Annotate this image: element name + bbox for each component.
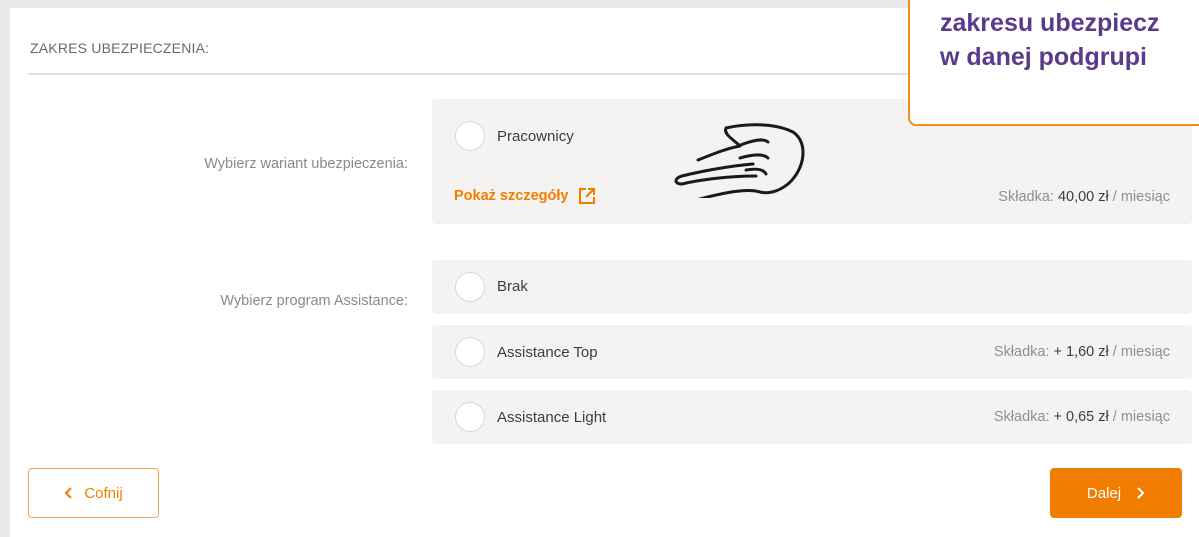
assistance-radio-light[interactable] — [455, 402, 485, 432]
assistance-option-name: Brak — [497, 278, 528, 295]
external-link-icon — [579, 188, 596, 204]
chevron-left-icon — [64, 487, 73, 499]
assistance-radio-top[interactable] — [455, 337, 485, 367]
assistance-option-brak[interactable]: Brak — [432, 260, 1192, 314]
show-details-label: Pokaż szczegóły — [454, 188, 569, 204]
callout-text: zakresu ubezpiecz w danej podgrupi — [940, 9, 1160, 71]
pointing-hand-icon — [674, 123, 805, 198]
assistance-top-premium: Składka: + 1,60 zł / miesiąc — [993, 344, 1170, 360]
variant-radio-pracownicy[interactable] — [455, 121, 485, 151]
back-button-label: Cofnij — [84, 484, 123, 502]
back-button[interactable]: Cofnij — [28, 468, 159, 518]
variant-premium: Składka: 40,00 zł / miesiąc — [998, 189, 1170, 205]
next-button[interactable]: Dalej — [1050, 468, 1182, 518]
assistance-option-name: Assistance Light — [497, 409, 607, 426]
assistance-radio-brak[interactable] — [455, 272, 485, 302]
show-details-link[interactable]: Pokaż szczegóły — [454, 187, 596, 205]
assistance-option-name: Assistance Top — [497, 344, 598, 361]
section-title: ZAKRES UBEZPIECZENIA: — [30, 40, 210, 56]
assistance-light-premium: Składka: + 0,65 zł / miesiąc — [993, 409, 1170, 425]
assistance-label: Wybierz program Assistance: — [220, 293, 408, 309]
chevron-right-icon — [1137, 487, 1145, 499]
variant-label: Wybierz wariant ubezpieczenia: — [204, 156, 408, 172]
instruction-callout: zakresu ubezpiecz w danej podgrupi — [908, 0, 1199, 126]
assistance-option-light[interactable]: Assistance Light Składka: + 0,65 zł / mi… — [432, 390, 1192, 444]
next-button-label: Dalej — [1086, 484, 1122, 502]
assistance-option-top[interactable]: Assistance Top Składka: + 1,60 zł / mies… — [432, 325, 1192, 379]
variant-option-name: Pracownicy — [497, 128, 574, 145]
